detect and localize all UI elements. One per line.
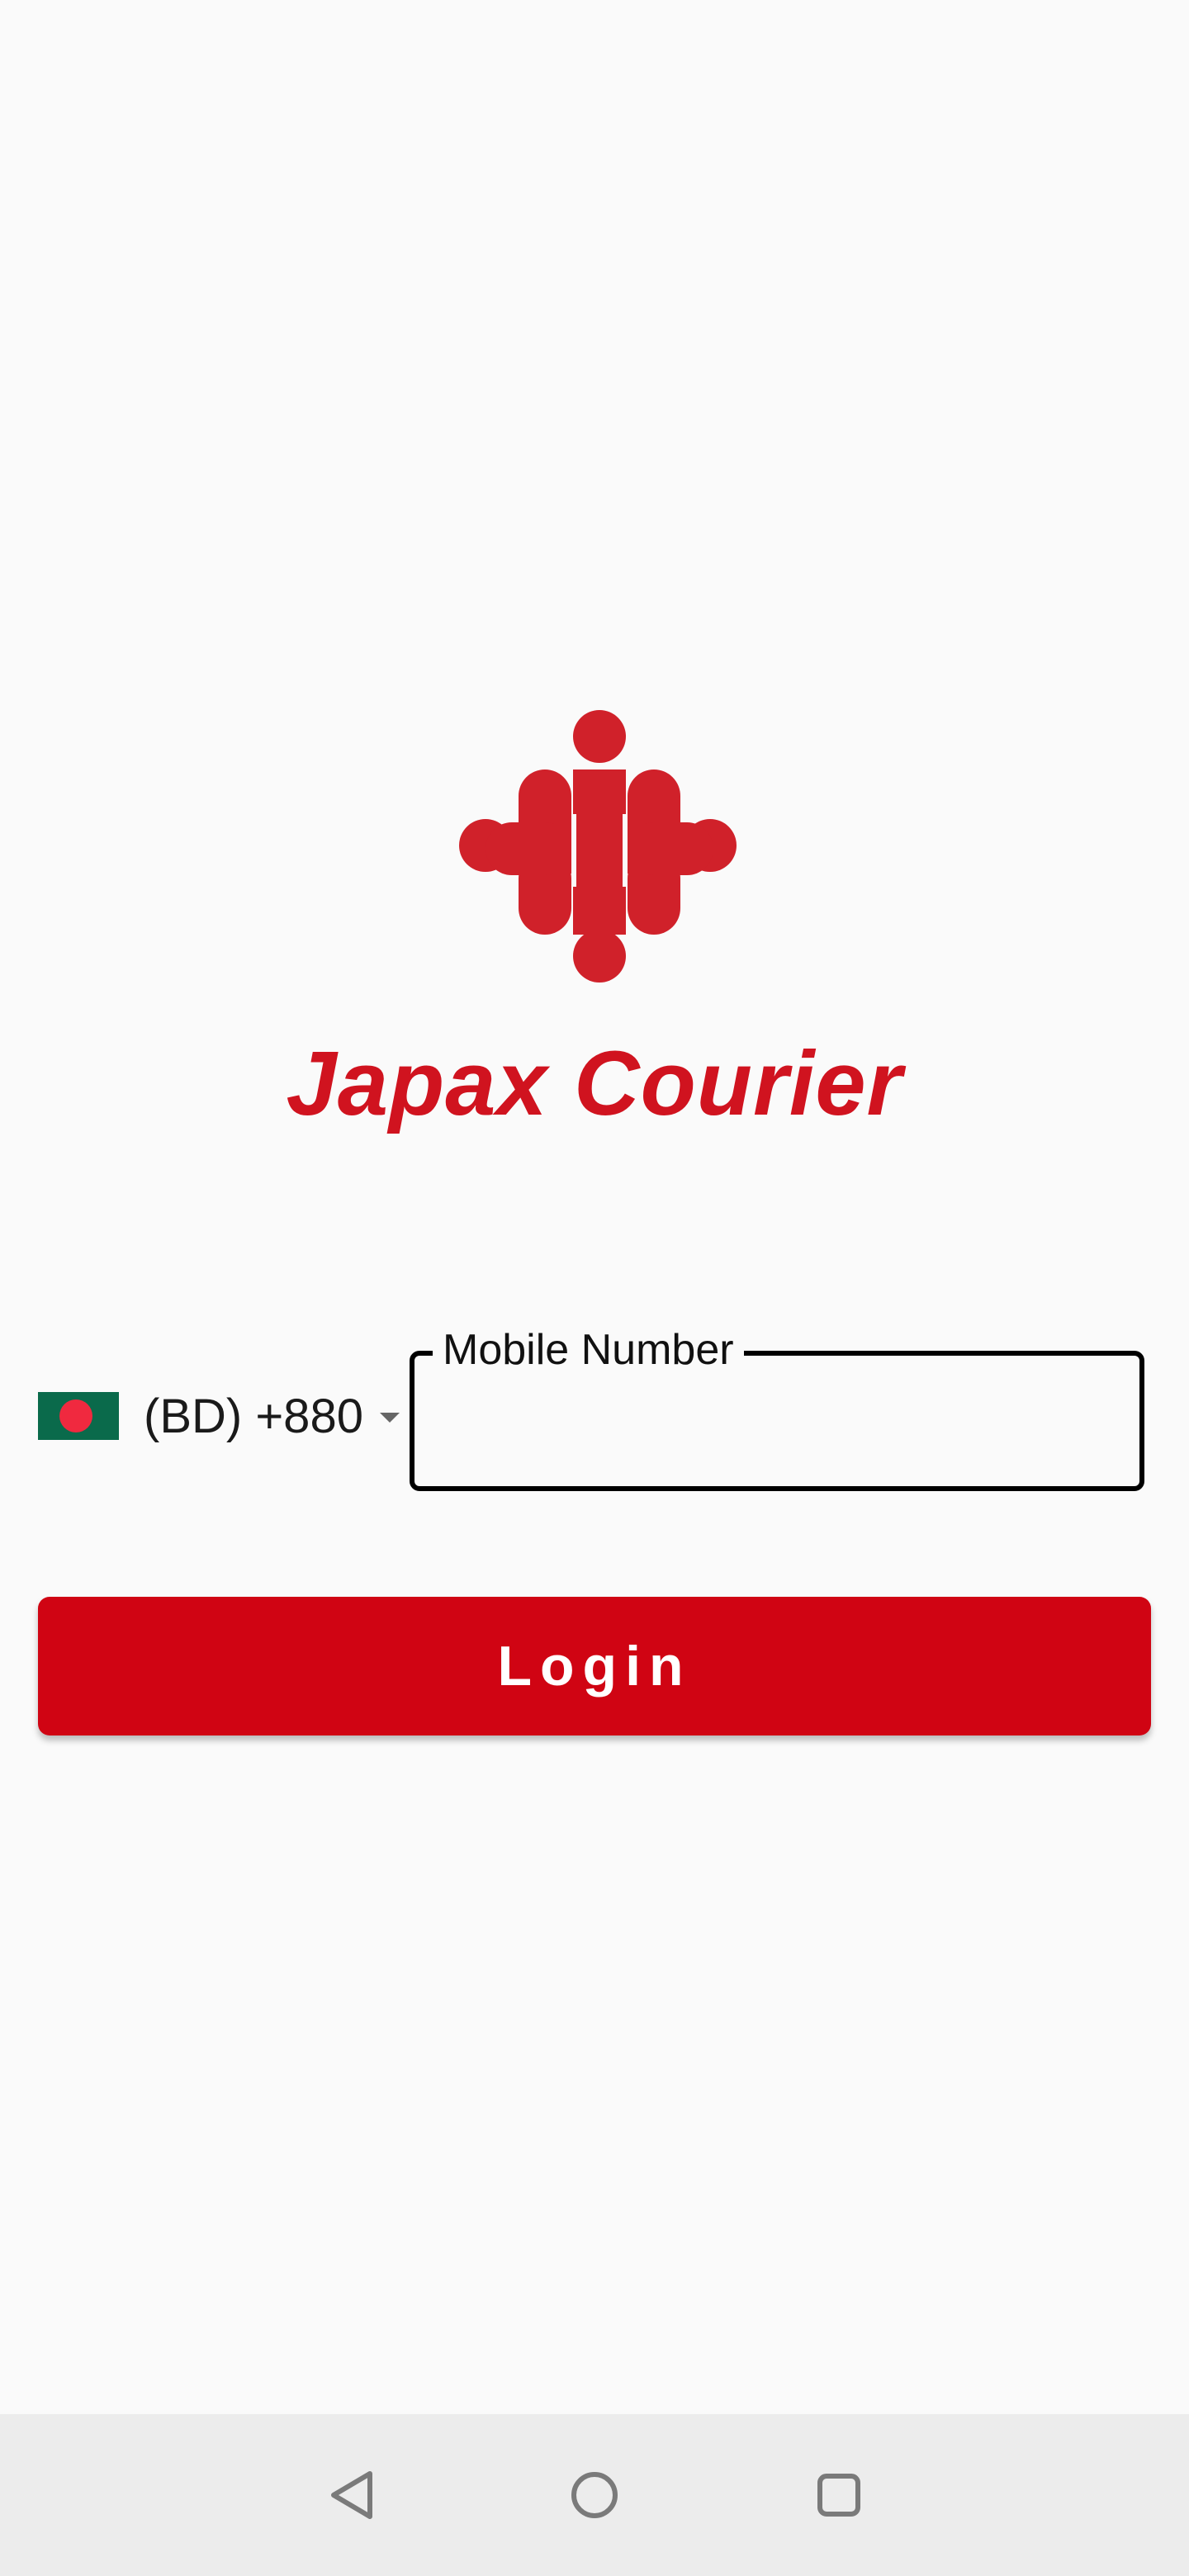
flag-red-circle — [59, 1399, 92, 1432]
country-code-selector[interactable]: (BD) +880 — [38, 1371, 400, 1461]
japax-logo — [459, 710, 737, 983]
circle-home-icon[interactable] — [570, 2470, 619, 2520]
system-navigation-bar — [0, 2414, 1189, 2576]
mobile-number-field[interactable]: Mobile Number — [410, 1323, 1144, 1491]
mobile-number-input[interactable] — [439, 1389, 1120, 1456]
triangle-back-icon[interactable] — [327, 2469, 378, 2522]
bangladesh-flag-icon — [38, 1392, 119, 1440]
country-code-label: (BD) +880 — [144, 1389, 363, 1443]
mobile-number-label: Mobile Number — [433, 1323, 744, 1377]
login-button[interactable]: Login — [38, 1597, 1151, 1735]
app-brand-name: Japax Courier — [286, 1033, 903, 1134]
caret-down-icon[interactable] — [379, 1413, 400, 1423]
square-recents-icon[interactable] — [816, 2472, 862, 2518]
